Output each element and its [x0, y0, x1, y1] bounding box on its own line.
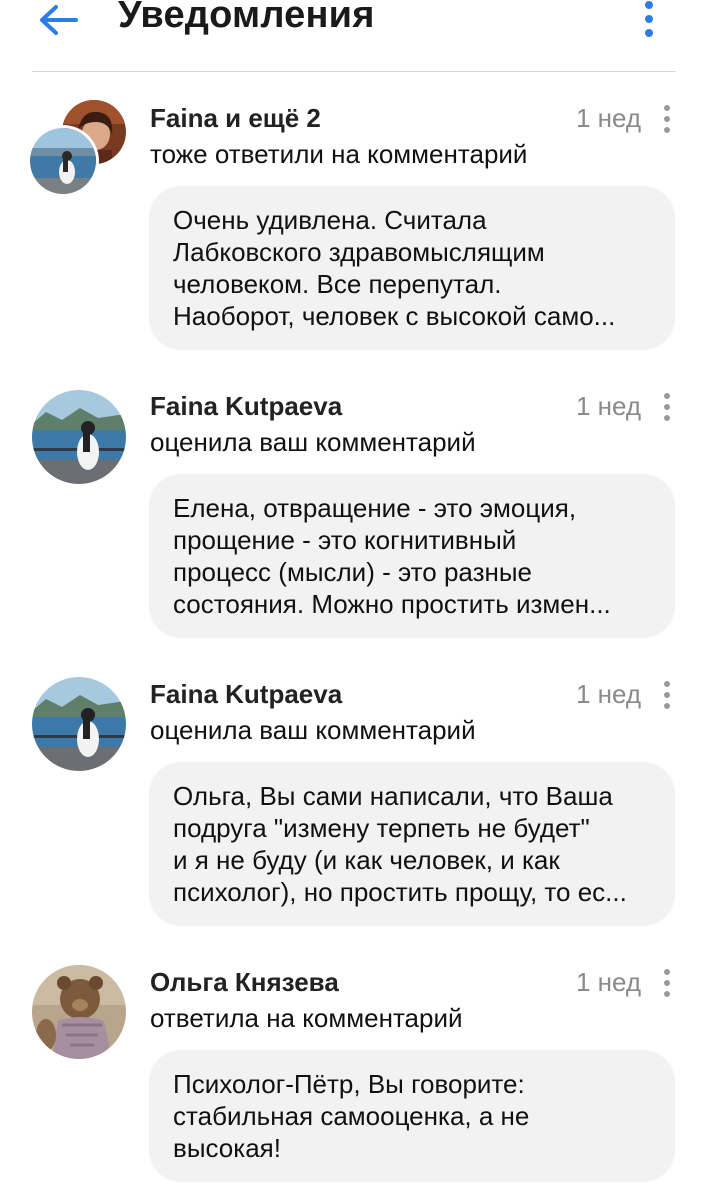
notification-time: 1 нед — [576, 391, 642, 421]
more-vertical-icon — [664, 969, 670, 997]
notification-time: 1 нед — [576, 967, 642, 997]
more-menu-button[interactable] — [640, 0, 658, 40]
comment-preview[interactable]: Ольга, Вы сами написали, что Ваша подруг… — [149, 762, 675, 926]
comment-line: стабильная самооценка, а не — [173, 1101, 530, 1131]
notification-more-button[interactable] — [662, 392, 672, 422]
avatar — [32, 677, 126, 771]
avatar — [32, 965, 126, 1059]
header-divider — [32, 71, 676, 72]
comment-line: Елена, отвращение - это эмоция, — [173, 493, 577, 523]
comment-line: прощение - это когнитивный — [173, 525, 517, 555]
comment-line: человеком. Все перепутал. — [173, 269, 502, 299]
page-title: Уведомления — [118, 0, 375, 36]
arrow-left-icon — [40, 5, 78, 35]
top-bar: Уведомления — [0, 0, 707, 72]
comment-line: Лабковского здравомыслящим — [173, 237, 545, 267]
more-vertical-icon — [664, 681, 670, 709]
comment-preview[interactable]: Елена, отвращение - это эмоция, прощение… — [149, 474, 675, 638]
notification-actor[interactable]: Faina и ещё 2 — [150, 103, 321, 134]
notification-time: 1 нед — [576, 103, 642, 133]
comment-line: Психолог-Пётр, Вы говорите: — [173, 1069, 525, 1099]
notification-actor[interactable]: Ольга Князева — [150, 967, 339, 998]
back-button[interactable] — [36, 2, 82, 38]
comment-line: процесс (мысли) - это разные — [173, 557, 533, 587]
notification-actor[interactable]: Faina Kutpaeva — [150, 391, 342, 422]
avatar — [30, 128, 96, 194]
notification-more-button[interactable] — [662, 968, 672, 998]
comment-line: Ольга, Вы сами написали, что Ваша — [173, 781, 613, 811]
notification-action: тоже ответили на комментарий — [150, 139, 528, 169]
notification-action: оценила ваш комментарий — [150, 427, 476, 457]
seaside-photo-icon — [30, 128, 96, 194]
comment-preview[interactable]: Психолог-Пётр, Вы говорите: стабильная с… — [149, 1050, 675, 1182]
comment-line: Наоборот, человек с высокой само... — [173, 301, 616, 331]
notification-time: 1 нед — [576, 679, 642, 709]
comment-preview[interactable]: Очень удивлена. Считала Лабковского здра… — [149, 186, 675, 350]
notification-more-button[interactable] — [662, 104, 672, 134]
seaside-photo-icon — [32, 677, 126, 771]
more-vertical-icon — [664, 105, 670, 133]
comment-line: подруга "измену терпеть не будет" — [173, 813, 590, 843]
comment-line: Очень удивлена. Считала — [173, 205, 487, 235]
more-vertical-icon — [664, 393, 670, 421]
notification-actor[interactable]: Faina Kutpaeva — [150, 679, 342, 710]
avatar — [32, 390, 126, 484]
seaside-photo-icon — [32, 390, 126, 484]
comment-line: психолог), но простить прощу, то ес... — [173, 877, 627, 907]
notification-action: ответила на комментарий — [150, 1003, 463, 1033]
notification-more-button[interactable] — [662, 680, 672, 710]
comment-line: состояния. Можно простить измен... — [173, 589, 611, 619]
notification-action: оценила ваш комментарий — [150, 715, 476, 745]
teddy-bear-photo-icon — [32, 965, 126, 1059]
comment-line: и я не буду (и как человек, и как — [173, 845, 560, 875]
more-vertical-icon — [645, 1, 653, 37]
comment-line: высокая! — [173, 1133, 281, 1163]
